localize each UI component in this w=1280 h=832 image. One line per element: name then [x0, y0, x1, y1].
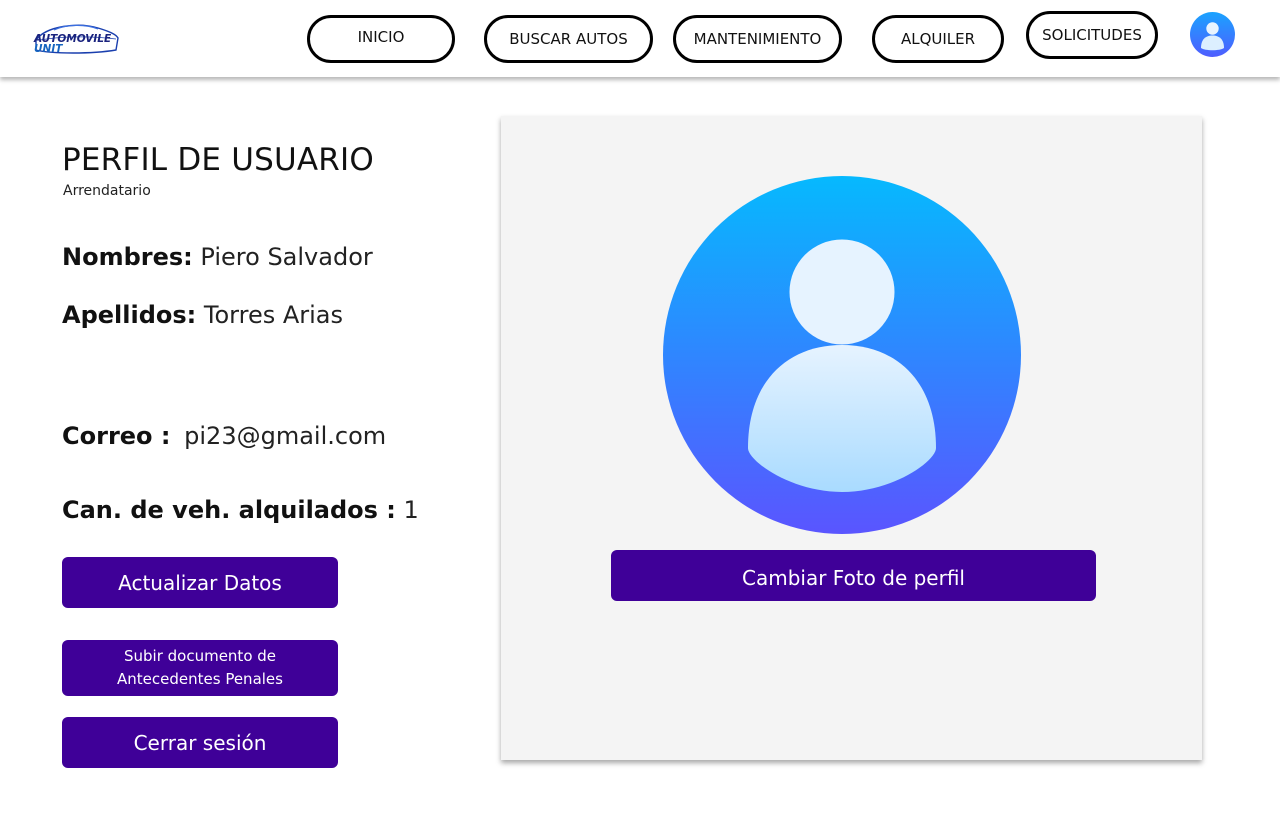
vehiculos-alquilados-label: Can. de veh. alquilados : — [62, 496, 396, 524]
nav-inicio-button[interactable]: INICIO — [307, 15, 455, 63]
user-avatar-icon[interactable] — [1190, 12, 1235, 57]
change-profile-photo-button[interactable]: Cambiar Foto de perfil — [611, 550, 1096, 601]
user-silhouette-large-icon — [748, 239, 936, 492]
nav-buscar-autos-button[interactable]: BUSCAR AUTOS — [484, 15, 653, 63]
logout-button[interactable]: Cerrar sesión — [62, 717, 338, 768]
correo-field: Correo : pi23@gmail.com — [62, 422, 386, 450]
logo-text: AUTOMOVILE UNIT — [34, 34, 111, 55]
user-role-subtitle: Arrendatario — [63, 183, 151, 199]
nav-alquiler-button[interactable]: ALQUILER — [872, 15, 1004, 63]
nav-mantenimiento-button[interactable]: MANTENIMIENTO — [673, 15, 842, 63]
apellidos-field: Apellidos: Torres Arias — [62, 301, 343, 329]
correo-value: pi23@gmail.com — [184, 422, 387, 450]
logo-line2: UNIT — [34, 43, 63, 55]
correo-label: Correo : — [62, 422, 171, 450]
profile-photo-avatar — [663, 176, 1021, 534]
apellidos-value: Torres Arias — [203, 301, 344, 329]
upload-button-line2: Antecedentes Penales — [117, 670, 283, 688]
vehiculos-alquilados-value: 1 — [403, 496, 419, 524]
automovile-unit-logo[interactable]: AUTOMOVILE UNIT — [32, 20, 120, 58]
nombres-label: Nombres: — [62, 243, 193, 271]
upload-button-line1: Subir documento de — [123, 647, 277, 665]
apellidos-label: Apellidos: — [62, 301, 197, 329]
user-silhouette-icon — [1201, 22, 1224, 51]
upload-criminal-record-button[interactable]: Subir documento de Antecedentes Penales — [62, 640, 338, 696]
update-data-button[interactable]: Actualizar Datos — [62, 557, 338, 608]
nav-solicitudes-button[interactable]: SOLICITUDES — [1026, 11, 1158, 59]
nombres-field: Nombres: Piero Salvador — [62, 243, 373, 271]
nombres-value: Piero Salvador — [200, 243, 373, 271]
vehiculos-alquilados-field: Can. de veh. alquilados : 1 — [62, 496, 419, 524]
page-title: PERFIL DE USUARIO — [62, 142, 374, 178]
top-navbar: AUTOMOVILE UNIT INICIO BUSCAR AUTOS MANT… — [0, 0, 1280, 77]
